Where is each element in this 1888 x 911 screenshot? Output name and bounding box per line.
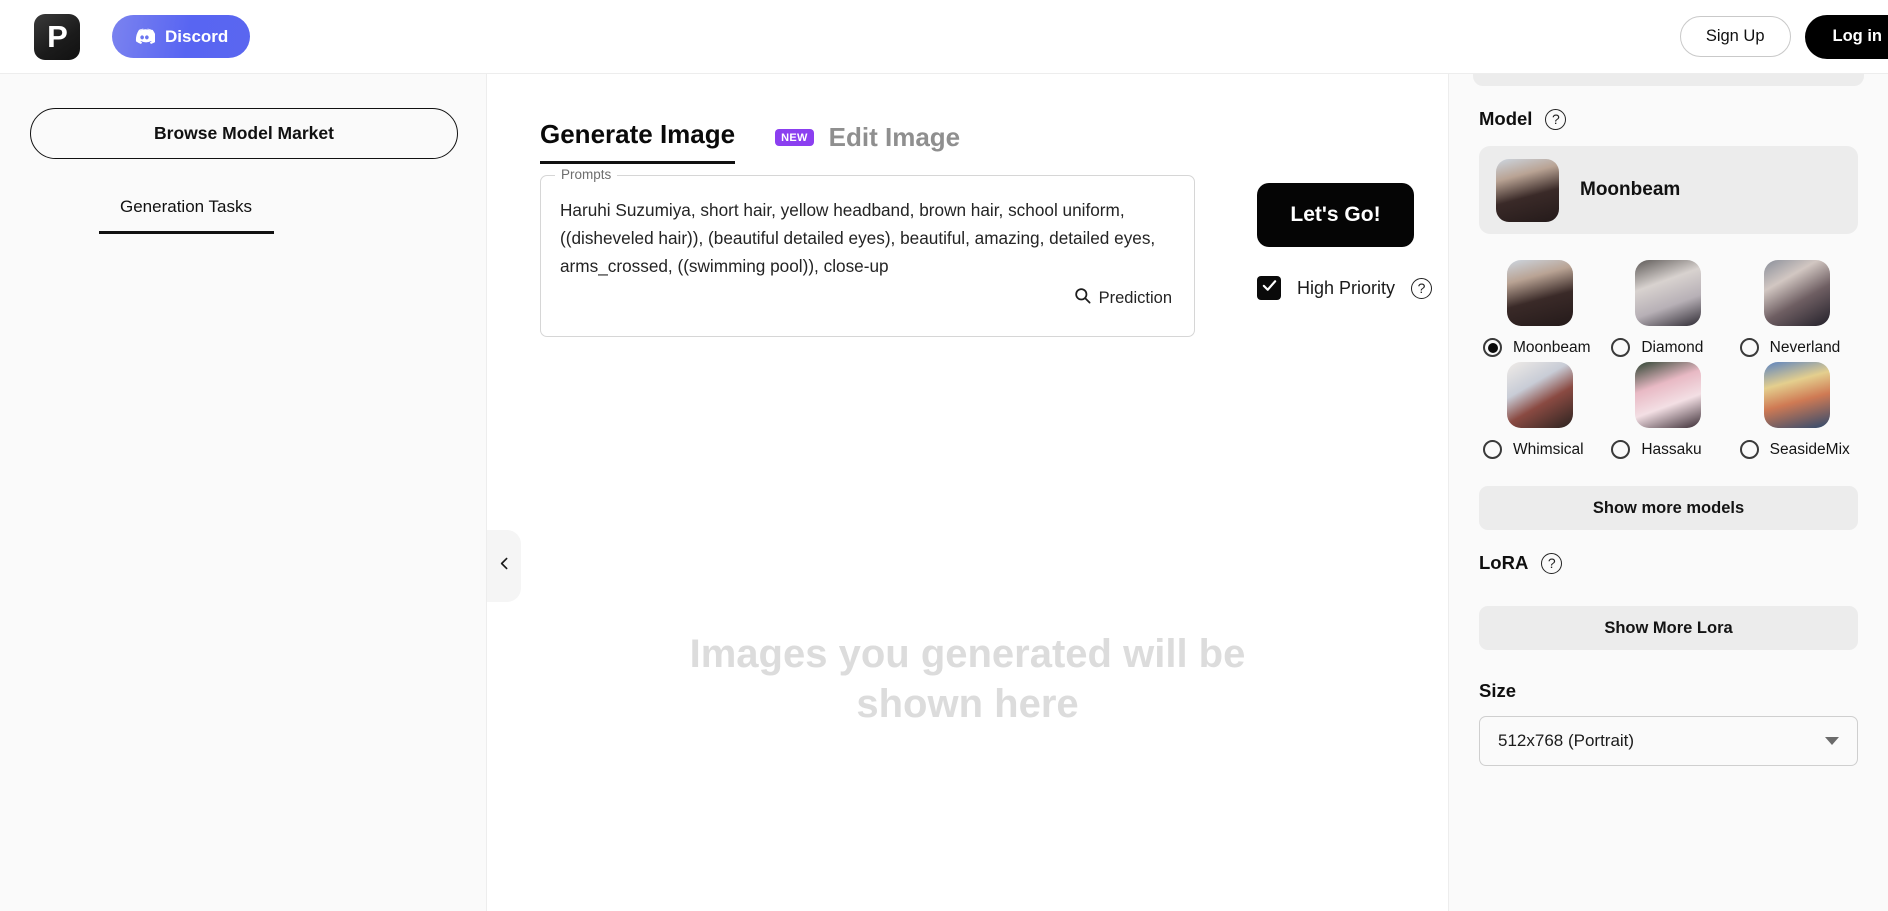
model-radio[interactable] [1611, 440, 1631, 459]
model-label: Neverland [1769, 339, 1841, 356]
top-bar-actions: Sign Up Log in [1679, 14, 1888, 59]
model-option-diamond[interactable]: Diamond [1607, 260, 1729, 358]
top-bar: P Discord Sign Up Log in [0, 0, 1888, 73]
generate-controls-row: Prompts Haruhi Suzumiya, short hair, yel… [487, 167, 1448, 337]
model-thumbnail [1635, 362, 1702, 428]
tab-generate-image[interactable]: Generate Image [540, 119, 736, 164]
lora-section-header: LoRA ? [1479, 552, 1858, 574]
model-label: Hassaku [1641, 441, 1702, 458]
model-thumbnail [1763, 260, 1830, 326]
empty-state-message: Images you generated will be shown here [689, 632, 1246, 726]
sidebar-tab-label: Generation Tasks [120, 197, 252, 216]
prediction-label: Prediction [1098, 288, 1172, 307]
log-in-button[interactable]: Log in [1804, 14, 1888, 59]
model-radio[interactable] [1739, 440, 1759, 459]
lora-section-title: LoRA [1479, 552, 1529, 573]
model-option-neverland[interactable]: Neverland [1736, 260, 1858, 358]
sidebar-tab-generation-tasks[interactable]: Generation Tasks [96, 197, 276, 234]
high-priority-checkbox[interactable] [1257, 276, 1281, 300]
collapse-sidebar-handle[interactable] [487, 530, 521, 602]
size-section-header: Size [1479, 680, 1858, 702]
prompts-field[interactable]: Prompts Haruhi Suzumiya, short hair, yel… [540, 167, 1195, 337]
check-icon [1261, 277, 1278, 299]
model-label: Moonbeam [1513, 339, 1591, 356]
model-thumbnail [1763, 362, 1830, 428]
generate-button[interactable]: Let's Go! [1257, 183, 1414, 247]
main-tabs: Generate Image NEW Edit Image [487, 74, 1448, 164]
prompts-input[interactable]: Haruhi Suzumiya, short hair, yellow head… [560, 196, 1172, 280]
sign-up-button[interactable]: Sign Up [1679, 16, 1791, 57]
model-radio[interactable] [1739, 338, 1759, 357]
new-badge: NEW [775, 129, 814, 146]
model-radio[interactable] [1483, 440, 1502, 459]
search-icon [1073, 286, 1092, 310]
model-thumbnail [1507, 362, 1574, 428]
model-thumbnail [1635, 260, 1702, 326]
show-more-models-button[interactable]: Show more models [1479, 486, 1858, 530]
selected-model-card[interactable]: Moonbeam [1479, 146, 1858, 234]
scrolled-section-stub [1473, 74, 1864, 86]
prompts-legend: Prompts [555, 167, 618, 182]
high-priority-label: High Priority [1297, 277, 1396, 298]
discord-button[interactable]: Discord [112, 15, 251, 58]
selected-model-name: Moonbeam [1580, 179, 1681, 200]
selected-model-thumbnail [1496, 158, 1559, 222]
generate-actions: Let's Go! High Priority ? [1257, 175, 1433, 300]
high-priority-help-icon[interactable]: ? [1411, 277, 1433, 299]
discord-icon [134, 26, 155, 47]
model-radio[interactable] [1611, 338, 1631, 357]
tab-edit-image[interactable]: NEW Edit Image [775, 122, 960, 164]
chevron-left-icon [496, 555, 513, 577]
model-option-hassaku[interactable]: Hassaku [1607, 362, 1729, 460]
browse-model-market-button[interactable]: Browse Model Market [30, 108, 458, 159]
size-select[interactable]: 512x768 (Portrait) [1479, 716, 1858, 766]
main-content: Generate Image NEW Edit Image Prompts Ha… [487, 73, 1448, 911]
model-label: Whimsical [1513, 441, 1584, 458]
model-option-moonbeam[interactable]: Moonbeam [1479, 260, 1601, 358]
model-option-whimsical[interactable]: Whimsical [1479, 362, 1601, 460]
discord-button-label: Discord [165, 26, 229, 46]
model-radio[interactable] [1483, 338, 1502, 357]
model-help-icon[interactable]: ? [1545, 108, 1567, 130]
app-logo[interactable]: P [34, 13, 80, 60]
model-thumbnail [1507, 260, 1574, 326]
tab-edit-image-label: Edit Image [828, 122, 961, 152]
app-root: P Discord Sign Up Log in Browse Model Ma… [0, 0, 1888, 911]
show-more-lora-button[interactable]: Show More Lora [1479, 606, 1858, 650]
high-priority-row: High Priority ? [1257, 276, 1433, 300]
page-body: Browse Model Market Generation Tasks Gen… [0, 73, 1888, 911]
left-sidebar: Browse Model Market Generation Tasks [0, 73, 487, 911]
size-section-title: Size [1479, 680, 1517, 701]
lora-help-icon[interactable]: ? [1541, 552, 1563, 574]
model-option-seasidemix[interactable]: SeasideMix [1736, 362, 1858, 460]
sidebar-tab-underline [98, 231, 274, 234]
right-settings-panel: Model ? Moonbeam Moonbeam Diamond Neverl… [1448, 73, 1888, 911]
model-label: SeasideMix [1769, 441, 1850, 458]
model-section-header: Model ? [1479, 108, 1858, 130]
prediction-row: Prediction [560, 286, 1172, 310]
size-select-value: 512x768 (Portrait) [1498, 731, 1635, 750]
chevron-down-icon [1825, 737, 1839, 745]
model-grid: Moonbeam Diamond Neverland Whimsical Has… [1479, 260, 1858, 460]
prediction-button[interactable]: Prediction [1073, 286, 1172, 310]
model-label: Diamond [1641, 339, 1704, 356]
model-section-title: Model [1479, 108, 1533, 129]
